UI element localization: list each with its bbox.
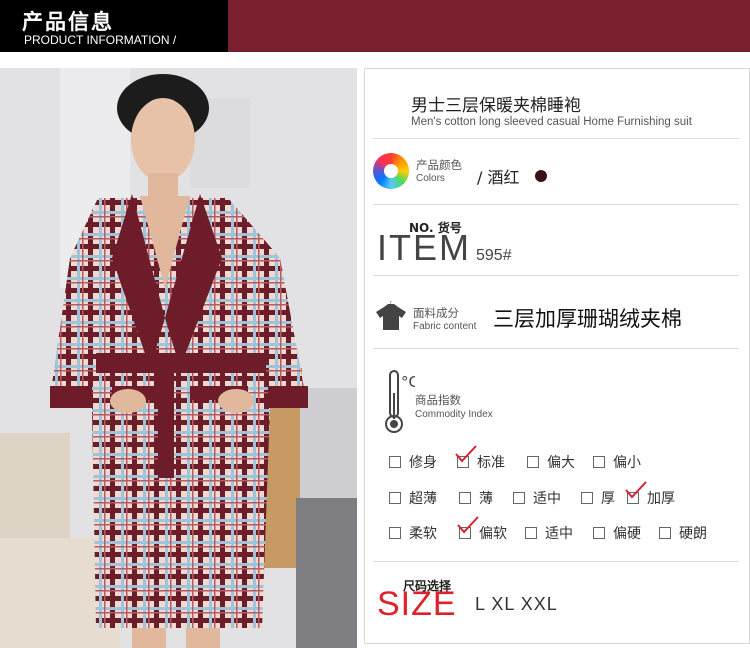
divider xyxy=(373,348,739,349)
fabric-value: 三层加厚珊瑚绒夹棉 xyxy=(493,307,682,331)
index-option: 偏大 xyxy=(527,453,575,471)
item-number: 595# xyxy=(476,247,512,264)
option-label: 偏软 xyxy=(479,526,507,542)
checkbox xyxy=(513,492,525,504)
product-photo xyxy=(0,68,357,648)
option-label: 柔软 xyxy=(409,526,437,542)
checkbox xyxy=(525,527,537,539)
product-name-cn: 男士三层保暖夹棉睡袍 xyxy=(411,96,581,116)
divider xyxy=(373,561,739,562)
divider xyxy=(373,138,739,139)
item-heading: ITEM xyxy=(377,227,471,268)
checkbox xyxy=(593,456,605,468)
index-label-en: Commodity Index xyxy=(415,409,493,420)
index-option-checked: 加厚 xyxy=(625,481,675,507)
option-label: 薄 xyxy=(479,491,493,507)
option-label: 修身 xyxy=(409,455,437,471)
checkmark-icon xyxy=(455,445,477,463)
checkmark-icon xyxy=(625,481,647,499)
svg-text:?: ? xyxy=(389,301,392,306)
header-title-cn: 产品信息 xyxy=(22,10,114,34)
option-label: 适中 xyxy=(533,491,561,507)
header-title-en: PRODUCT INFORMATION / xyxy=(24,33,177,47)
index-option: 适中 xyxy=(525,524,573,542)
checkmark-icon xyxy=(457,516,479,534)
option-label: 偏小 xyxy=(613,455,641,471)
size-heading: SIZE xyxy=(377,585,457,623)
index-option: 厚 xyxy=(581,489,615,507)
checkbox xyxy=(389,492,401,504)
fabric-label-cn: 面料成分 xyxy=(413,306,459,320)
index-option-checked: 偏软 xyxy=(457,516,507,542)
checkbox xyxy=(459,492,471,504)
option-label: 超薄 xyxy=(409,491,437,507)
index-option: 偏小 xyxy=(593,453,641,471)
index-option: 修身 xyxy=(389,453,437,471)
product-name-en: Men's cotton long sleeved casual Home Fu… xyxy=(411,116,692,128)
header-title-block: 产品信息 PRODUCT INFORMATION / xyxy=(0,0,228,52)
checkbox xyxy=(593,527,605,539)
index-option-checked: 标准 xyxy=(455,445,505,471)
index-option: 硬朗 xyxy=(659,524,707,542)
celsius-unit: °C xyxy=(401,373,415,391)
fabric-label-en: Fabric content xyxy=(413,321,477,332)
checkbox xyxy=(389,456,401,468)
model-in-robe-illustration xyxy=(0,68,357,648)
header-accent-bar xyxy=(228,0,750,52)
checkbox xyxy=(581,492,593,504)
divider xyxy=(373,275,739,276)
option-label: 偏大 xyxy=(547,455,575,471)
option-label: 偏硬 xyxy=(613,526,641,542)
index-option: 偏硬 xyxy=(593,524,641,542)
index-option: 适中 xyxy=(513,489,561,507)
index-label-cn: 商品指数 xyxy=(415,393,461,407)
option-label: 厚 xyxy=(601,491,615,507)
divider xyxy=(373,204,739,205)
color-swatch xyxy=(535,170,547,182)
index-option: 柔软 xyxy=(389,524,437,542)
index-option: 薄 xyxy=(459,489,493,507)
option-label: 标准 xyxy=(477,455,505,471)
color-label-en: Colors xyxy=(416,173,445,184)
option-label: 加厚 xyxy=(647,491,675,507)
checkbox xyxy=(659,527,671,539)
size-values: L XL XXL xyxy=(475,594,558,614)
product-info-panel: 男士三层保暖夹棉睡袍 Men's cotton long sleeved cas… xyxy=(364,68,750,644)
color-label-cn: 产品颜色 xyxy=(416,158,462,172)
thermometer-icon: °C xyxy=(385,370,415,433)
checkbox xyxy=(389,527,401,539)
checkbox xyxy=(527,456,539,468)
index-option: 超薄 xyxy=(389,489,437,507)
color-value: / 酒红 xyxy=(477,168,520,187)
option-label: 适中 xyxy=(545,526,573,542)
shirt-icon: ? xyxy=(376,301,406,330)
option-label: 硬朗 xyxy=(679,526,707,542)
color-wheel-icon xyxy=(373,153,409,189)
